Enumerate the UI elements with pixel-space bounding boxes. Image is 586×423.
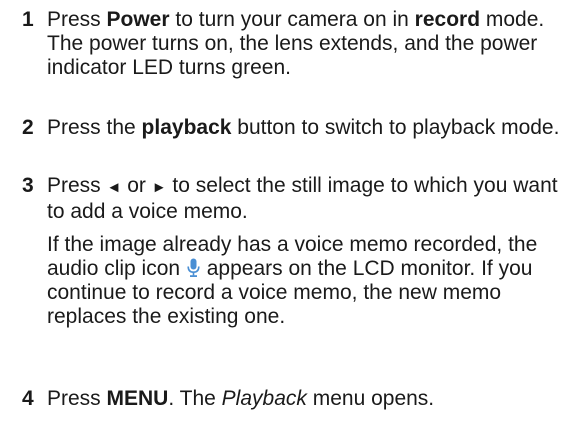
- left-arrow-icon: ◄: [106, 179, 122, 196]
- text-run: or: [121, 174, 152, 197]
- step-text: Press Power to turn your camera on in re…: [47, 8, 580, 80]
- text-run: Press the: [47, 116, 142, 139]
- text-run: menu opens.: [306, 387, 435, 410]
- step-text: Press MENU. The Playback menu opens.: [47, 387, 580, 411]
- instruction-list: 1 Press Power to turn your camera on in …: [0, 0, 586, 423]
- text-run: to turn your camera on in: [169, 8, 415, 31]
- microphone-icon: [187, 258, 200, 277]
- note-text: If the image already has a voice memo re…: [47, 233, 580, 329]
- step-number: 4: [22, 387, 34, 410]
- text-run: Press: [47, 8, 107, 31]
- step-number: 2: [22, 116, 34, 139]
- step-number: 3: [22, 174, 34, 197]
- menu-keyword: MENU: [106, 387, 169, 410]
- right-arrow-icon: ►: [151, 179, 167, 196]
- power-keyword: Power: [106, 8, 170, 31]
- text-run: Press: [47, 174, 107, 197]
- text-run: Press: [47, 387, 107, 410]
- step-text: Press the playback button to switch to p…: [47, 116, 580, 140]
- step-text: Press ◄ or ► to select the still image t…: [47, 174, 580, 224]
- record-keyword: record: [414, 8, 481, 31]
- text-run: button to switch to playback mode.: [231, 116, 560, 139]
- playback-menu-name: Playback: [221, 387, 307, 410]
- playback-keyword: playback: [141, 116, 232, 139]
- text-run: . The: [168, 387, 222, 410]
- step-number: 1: [22, 8, 34, 31]
